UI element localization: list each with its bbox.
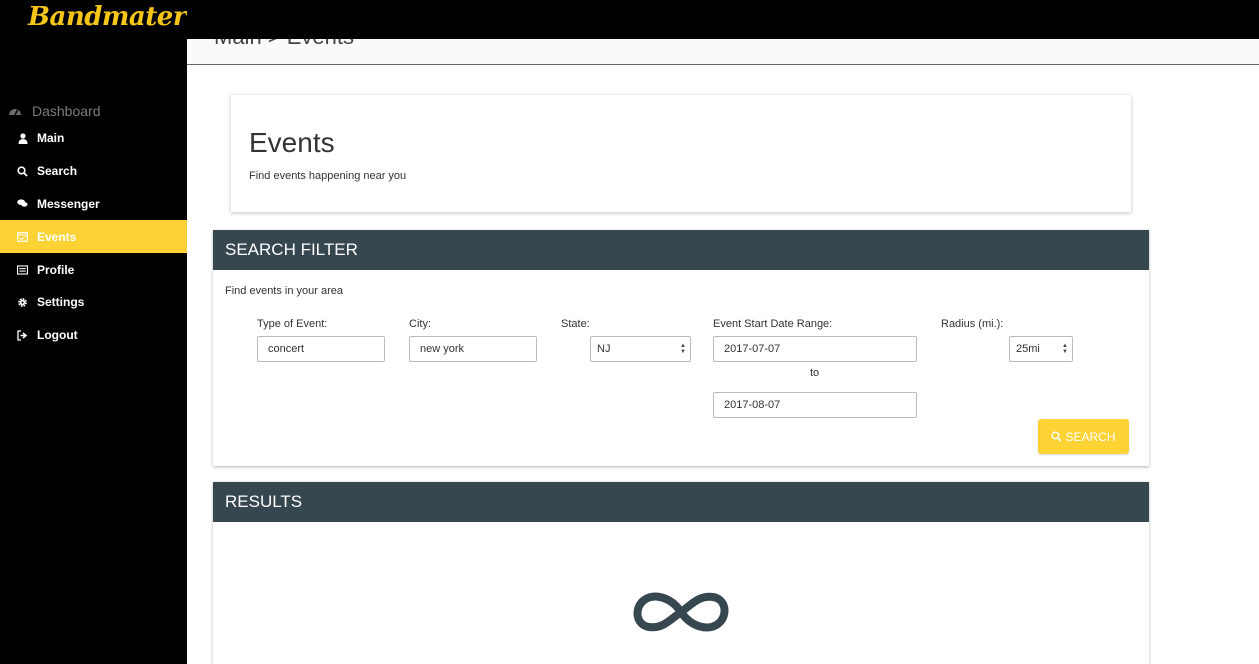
sidebar-item-label: Events: [37, 229, 77, 244]
chat-icon: [17, 198, 28, 209]
sidebar-item-label: Logout: [37, 328, 78, 343]
loading-infinity-icon: [631, 587, 731, 642]
events-header-card: Events Find events happening near you: [231, 95, 1131, 212]
date-end-input[interactable]: 2017-08-07: [713, 392, 917, 418]
sidebar-heading-label: Dashboard: [32, 103, 101, 119]
sidebar: Bandmater Dashboard Main Search Messenge…: [0, 0, 187, 664]
sidebar-nav: Main Search Messenger Events Profile Set…: [0, 122, 187, 352]
sidebar-item-main[interactable]: Main: [0, 122, 187, 155]
sidebar-item-settings[interactable]: Settings: [0, 286, 187, 319]
sidebar-item-label: Search: [37, 164, 78, 179]
app-logo[interactable]: Bandmater: [28, 2, 187, 32]
logout-icon: [17, 330, 28, 341]
event-type-input[interactable]: concert: [257, 336, 385, 362]
search-button[interactable]: SEARCH: [1038, 419, 1129, 454]
search-icon: [1051, 431, 1063, 442]
state-select[interactable]: NJ ▲ ▼: [590, 336, 691, 362]
select-arrows-icon: ▲ ▼: [680, 343, 686, 355]
page-title: Events: [249, 127, 335, 158]
city-input[interactable]: new york: [409, 336, 537, 362]
search-icon: [17, 166, 28, 177]
gear-icon: [17, 297, 28, 308]
calendar-icon: [17, 231, 28, 243]
breadcrumb-bar: Main > Events: [187, 39, 1259, 65]
state-select-value: NJ: [597, 343, 611, 355]
date-start-input[interactable]: 2017-07-07: [713, 336, 917, 362]
dashboard-icon: [8, 104, 22, 118]
radius-label: Radius (mi.):: [941, 318, 1004, 330]
id-card-icon: [17, 264, 28, 275]
sidebar-item-events[interactable]: Events: [0, 220, 187, 254]
select-arrows-icon: ▲ ▼: [1062, 343, 1068, 355]
breadcrumb: Main > Events: [214, 39, 354, 50]
sidebar-item-profile[interactable]: Profile: [0, 253, 187, 286]
search-filter-panel: SEARCH FILTER Find events in your area T…: [213, 230, 1149, 466]
sidebar-item-messenger[interactable]: Messenger: [0, 188, 187, 221]
search-filter-title: SEARCH FILTER: [213, 230, 1149, 270]
sidebar-item-label: Main: [37, 131, 65, 146]
user-icon: [17, 133, 28, 144]
sidebar-item-label: Settings: [37, 295, 85, 310]
radius-select-value: 25mi: [1016, 343, 1040, 355]
sidebar-item-label: Messenger: [37, 196, 100, 211]
event-type-label: Type of Event:: [257, 318, 328, 330]
sidebar-heading: Dashboard: [8, 103, 101, 119]
results-panel: RESULTS: [213, 482, 1149, 664]
date-range-to-label: to: [810, 367, 820, 379]
search-filter-subtitle: Find events in your area: [225, 285, 344, 297]
date-range-label: Event Start Date Range:: [713, 318, 833, 330]
city-label: City:: [409, 318, 431, 330]
state-label: State:: [561, 318, 590, 330]
results-title: RESULTS: [213, 482, 1149, 522]
search-button-label: SEARCH: [1065, 429, 1116, 444]
sidebar-item-search[interactable]: Search: [0, 155, 187, 188]
radius-select[interactable]: 25mi ▲ ▼: [1009, 336, 1073, 362]
top-header: [187, 0, 1259, 39]
sidebar-item-label: Profile: [37, 262, 75, 277]
sidebar-item-logout[interactable]: Logout: [0, 319, 187, 352]
page-subtitle: Find events happening near you: [249, 170, 407, 182]
